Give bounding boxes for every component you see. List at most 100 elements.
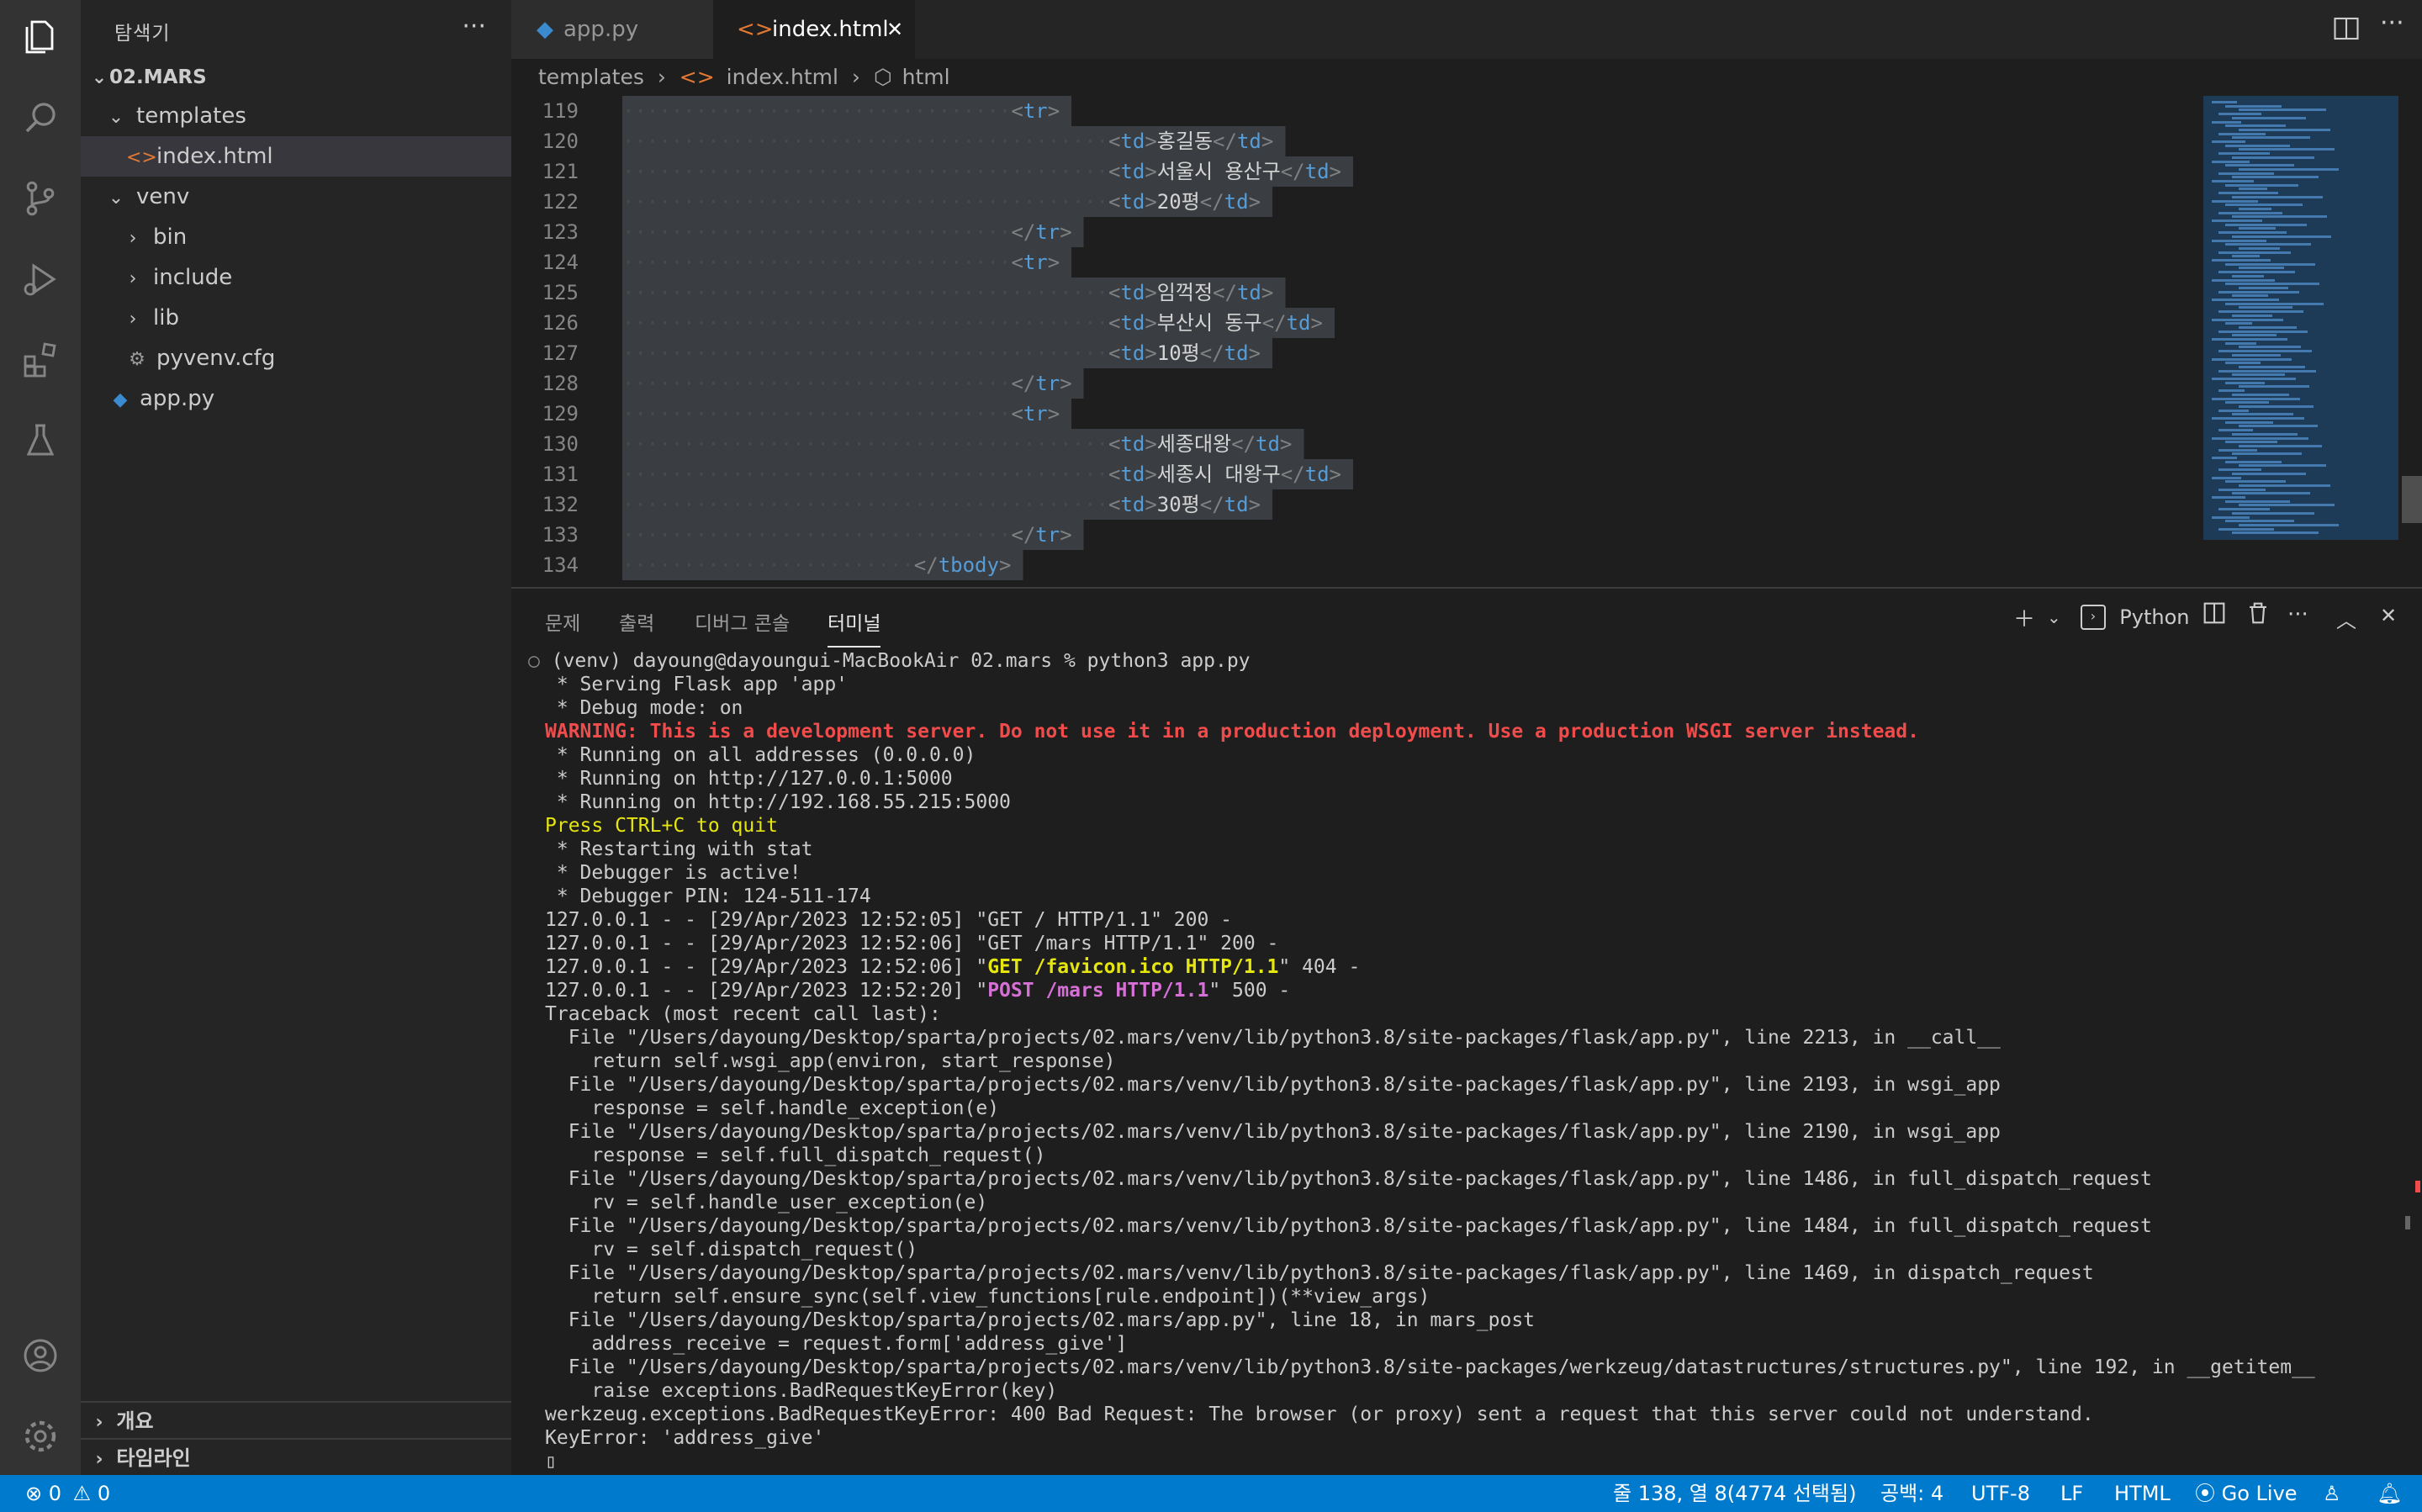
editor-tab-bar: ◆ app.py <> index.html ✕ ··· bbox=[511, 0, 2422, 59]
source-control-icon[interactable] bbox=[20, 178, 61, 219]
scrollbar-thumb[interactable] bbox=[2402, 476, 2422, 523]
tree-item[interactable]: ◆ app.py bbox=[81, 378, 511, 419]
line-content: ········································… bbox=[622, 126, 1273, 156]
settings-gear-icon[interactable] bbox=[20, 1416, 61, 1456]
tree-item[interactable]: ⌄ templates bbox=[81, 96, 511, 136]
tab-output[interactable]: 출력 bbox=[619, 607, 654, 636]
html-tag: <td> bbox=[1108, 311, 1157, 335]
minimap-line bbox=[2225, 223, 2307, 226]
indent-guide: ································ bbox=[622, 251, 1012, 274]
encoding[interactable]: UTF-8 bbox=[1971, 1475, 2030, 1512]
editor-scrollbar[interactable] bbox=[2398, 96, 2422, 540]
terminal-line: response = self.handle_exception(e) bbox=[545, 1097, 1000, 1119]
breadcrumb-file[interactable]: index.html bbox=[727, 65, 838, 89]
minimap-line bbox=[2225, 204, 2303, 207]
line-content: ········································… bbox=[622, 338, 1261, 368]
indent-guide: ································ bbox=[622, 99, 1012, 123]
indent-guide: ········································ bbox=[622, 311, 1108, 335]
minimap-line bbox=[2232, 492, 2310, 495]
line-number: 128 bbox=[542, 372, 579, 395]
breadcrumb-templates[interactable]: templates bbox=[538, 65, 644, 89]
cursor-position[interactable]: 줄 138, 열 8(4774 선택됨) bbox=[1613, 1475, 1856, 1512]
tree-item[interactable]: › lib bbox=[81, 298, 511, 338]
minimap[interactable] bbox=[2203, 96, 2398, 540]
line-content: ································</tr> bbox=[622, 520, 1072, 550]
feedback-icon[interactable]: ♙ bbox=[2323, 1475, 2341, 1512]
split-terminal-icon[interactable] bbox=[2200, 599, 2229, 633]
run-debug-icon[interactable] bbox=[20, 259, 61, 299]
prompt-text: (venv) dayoung@dayoungui-MacBookAir 02.m… bbox=[551, 650, 1251, 672]
minimap-line bbox=[2225, 243, 2311, 246]
go-live-button[interactable]: ⦿ Go Live bbox=[2195, 1475, 2298, 1512]
terminal-line: File "/Users/dayoung/Desktop/sparta/proj… bbox=[545, 1356, 2315, 1378]
terminal-shell[interactable]: › Python bbox=[2081, 604, 2189, 630]
minimap-line bbox=[2218, 113, 2261, 116]
log-prefix: 127.0.0.1 - - [29/Apr/2023 12:52:06] " bbox=[545, 956, 988, 978]
terminal-line: File "/Users/dayoung/Desktop/sparta/proj… bbox=[545, 1168, 2152, 1190]
timeline-section[interactable]: › 타임라인 bbox=[81, 1438, 511, 1477]
notifications-bell-icon[interactable]: 🔔︎ bbox=[2377, 1475, 2402, 1512]
minimap-line bbox=[2225, 341, 2256, 345]
maximize-panel-icon[interactable]: ︿ bbox=[2336, 604, 2356, 633]
code-editor[interactable]: 119 ································<tr> 1… bbox=[511, 96, 2422, 587]
html-tag: <td> bbox=[1108, 463, 1157, 486]
extensions-icon[interactable] bbox=[20, 340, 61, 380]
line-number: 130 bbox=[542, 432, 579, 456]
tree-item[interactable]: ⌄ venv bbox=[81, 177, 511, 217]
cell-text: 10평 bbox=[1156, 341, 1200, 365]
terminal-cursor[interactable]: ▯ bbox=[545, 1450, 2412, 1473]
indentation[interactable]: 공백: 4 bbox=[1880, 1475, 1943, 1512]
tree-item-label: app.py bbox=[140, 386, 215, 411]
tab-problems[interactable]: 문제 bbox=[545, 607, 580, 636]
split-editor-icon[interactable] bbox=[2331, 13, 2361, 44]
breadcrumb-symbol[interactable]: html bbox=[902, 65, 950, 89]
editor-more-icon[interactable]: ··· bbox=[2380, 8, 2404, 38]
line-content: ········································… bbox=[622, 459, 1341, 489]
minimap-line bbox=[2239, 148, 2335, 151]
tab-index-html[interactable]: <> index.html ✕ bbox=[713, 0, 915, 59]
chevron-right-icon: › bbox=[129, 309, 137, 330]
explorer-title: 탐색기 bbox=[114, 23, 171, 45]
testing-flask-icon[interactable] bbox=[20, 420, 61, 461]
minimap-line bbox=[2232, 156, 2314, 159]
indent-guide: ········································ bbox=[622, 341, 1108, 365]
cell-text: 홍길동 bbox=[1156, 130, 1214, 153]
more-actions-icon[interactable]: ··· bbox=[462, 12, 486, 41]
line-ending[interactable]: LF bbox=[2060, 1475, 2083, 1512]
symbol-icon: ⬡ bbox=[873, 65, 892, 89]
trash-icon[interactable] bbox=[2244, 599, 2272, 633]
tab-terminal[interactable]: 터미널 bbox=[828, 607, 881, 648]
line-number: 119 bbox=[542, 99, 579, 123]
config-file-icon: ⚙ bbox=[129, 349, 145, 370]
outline-section[interactable]: › 개요 bbox=[81, 1401, 511, 1440]
minimap-line bbox=[2218, 271, 2295, 274]
language-mode[interactable]: HTML bbox=[2114, 1475, 2171, 1512]
tree-item[interactable]: <>index.html bbox=[81, 136, 511, 177]
account-icon[interactable] bbox=[20, 1335, 61, 1376]
code-line: 132 ·····································… bbox=[511, 489, 2193, 520]
close-panel-icon[interactable]: ✕ bbox=[2380, 604, 2397, 627]
new-terminal-icon[interactable]: ＋ bbox=[2013, 602, 2035, 633]
chevron-down-icon[interactable]: ⌄ bbox=[2047, 607, 2061, 627]
terminal-line: Traceback (most recent call last): bbox=[545, 1003, 941, 1025]
tab-debug-console[interactable]: 디버그 콘솔 bbox=[695, 607, 790, 636]
search-icon[interactable] bbox=[20, 98, 61, 138]
code-line: 119 ································<tr> bbox=[511, 96, 2193, 126]
terminal-output[interactable]: ○ (venv) dayoung@dayoungui-MacBookAir 02… bbox=[528, 649, 2412, 1473]
tab-app-py[interactable]: ◆ app.py bbox=[511, 0, 713, 59]
log-suffix: " 404 - bbox=[1278, 956, 1361, 978]
minimap-line bbox=[2212, 160, 2250, 163]
explorer-icon[interactable] bbox=[20, 17, 61, 57]
workspace-folder[interactable]: ⌄ 02.MARS bbox=[81, 59, 511, 96]
tree-item-label: templates bbox=[136, 103, 246, 129]
terminal-line: return self.wsgi_app(environ, start_resp… bbox=[545, 1050, 1116, 1072]
tree-item[interactable]: › include bbox=[81, 257, 511, 298]
line-number: 124 bbox=[542, 251, 579, 274]
cell-text: 서울시 용산구 bbox=[1156, 160, 1281, 183]
tree-item[interactable]: › bin bbox=[81, 217, 511, 257]
html-tag: <td> bbox=[1108, 160, 1157, 183]
problems-indicator[interactable]: ⊗ 0 ⚠ 0 bbox=[25, 1475, 110, 1512]
panel-more-icon[interactable]: ··· bbox=[2287, 602, 2308, 627]
tree-item[interactable]: ⚙ pyvenv.cfg bbox=[81, 338, 511, 378]
close-tab-icon[interactable]: ✕ bbox=[886, 0, 903, 59]
